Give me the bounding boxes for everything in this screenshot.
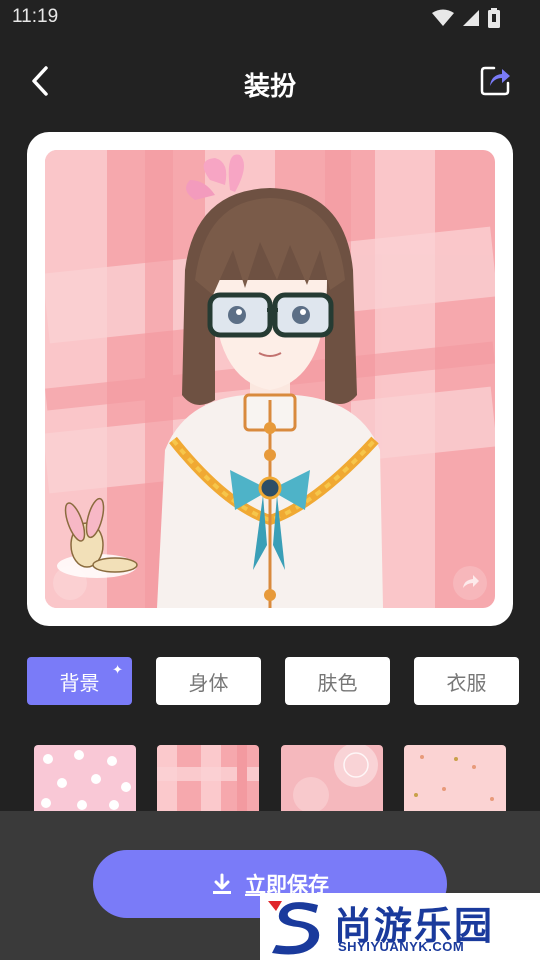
thumbnail-bunny-pattern[interactable] <box>34 745 136 811</box>
tab-skin-color[interactable]: 肤色 <box>285 657 390 705</box>
thumbnail-heart-dots[interactable] <box>404 745 506 811</box>
redo-icon <box>463 575 479 588</box>
nav-bar: 装扮 <box>0 50 540 114</box>
thumbnail-pink-plaid[interactable] <box>157 745 259 811</box>
watermark: 尚游乐园 SHYIYUANYK.COM <box>260 893 540 960</box>
background-thumbnails <box>34 745 506 811</box>
avatar-preview <box>45 150 495 608</box>
tab-clothes[interactable]: 衣服 <box>414 657 519 705</box>
tab-label: 衣服 <box>446 670 487 695</box>
sparkle-icon: ✦ <box>112 663 123 678</box>
tab-label: 身体 <box>188 670 229 695</box>
dressup-character-image <box>45 150 495 608</box>
page-title: 装扮 <box>243 72 296 102</box>
download-icon <box>213 873 231 894</box>
status-bar: 11:19 <box>0 0 540 36</box>
share-icon[interactable] <box>480 64 512 96</box>
wifi-icon <box>432 9 454 26</box>
tab-background[interactable]: 背景 ✦ <box>27 657 132 705</box>
tab-label: 背景 <box>59 670 100 695</box>
signal-icon <box>463 10 479 26</box>
tab-body[interactable]: 身体 <box>156 657 261 705</box>
category-tabs: 背景 ✦ 身体 肤色 衣服 <box>27 657 519 705</box>
avatar-card <box>27 132 513 626</box>
thumbnail-pink-lace[interactable] <box>281 745 383 811</box>
status-icons <box>432 8 500 28</box>
undo-button[interactable] <box>53 566 87 600</box>
battery-icon <box>488 8 500 28</box>
status-time: 11:19 <box>12 6 59 27</box>
watermark-logo-icon <box>268 901 320 955</box>
redo-button[interactable] <box>453 566 487 600</box>
tab-label: 肤色 <box>317 670 358 695</box>
watermark-domain: SHYIYUANYK.COM <box>338 939 465 954</box>
